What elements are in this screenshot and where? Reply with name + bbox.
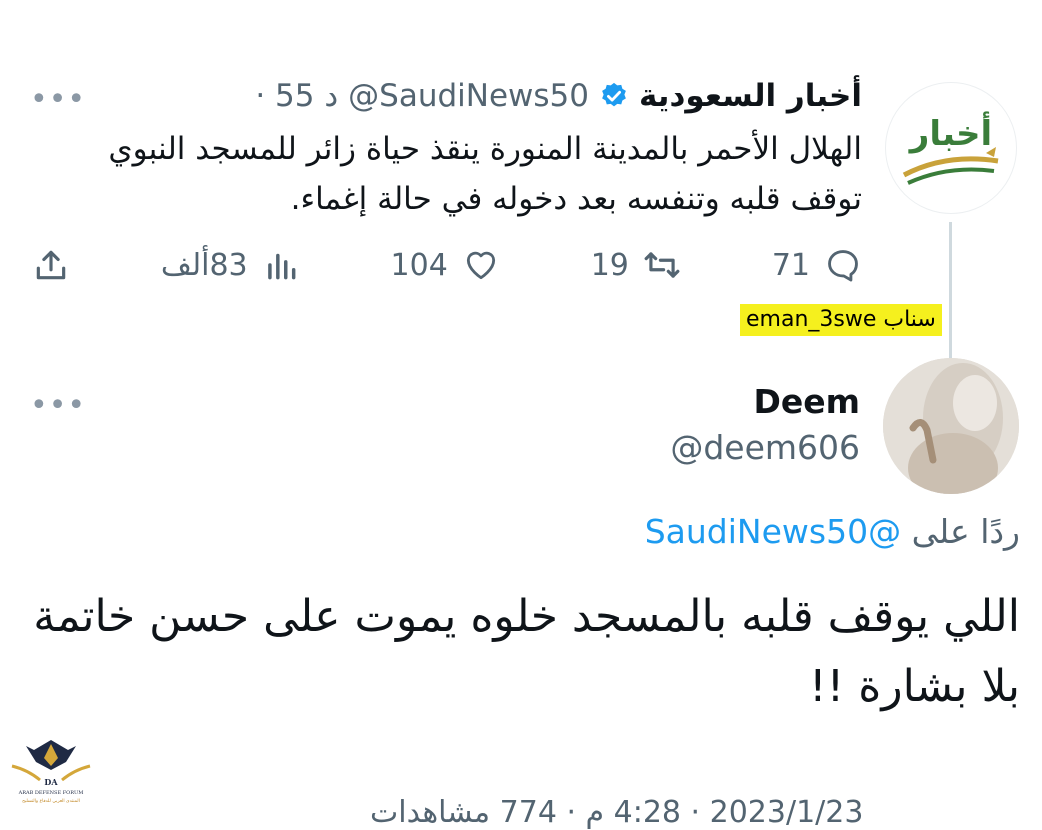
reply-icon bbox=[828, 250, 858, 282]
reply-more-options-icon[interactable]: ••• bbox=[30, 388, 86, 423]
reply-timestamp-partial: 2023/1/23 · 4:28 م · 774 مشاهدات bbox=[370, 795, 864, 830]
reply-count: 71 bbox=[771, 247, 810, 283]
akhbar-logo: أخبار bbox=[902, 111, 999, 185]
tweet-header: أخبار السعودية @SaudiNews50 · 55 د bbox=[255, 74, 862, 118]
thread-connector-line bbox=[949, 222, 952, 362]
handle[interactable]: @SaudiNews50 bbox=[348, 78, 589, 114]
forum-logo: DA ARAB DEFENSE FORUM المنتدى العربي للد… bbox=[11, 740, 91, 804]
retweet-icon bbox=[644, 252, 680, 278]
like-icon bbox=[466, 251, 495, 280]
tweet-actions: 71 19 104 83ألف bbox=[32, 240, 862, 290]
share-button[interactable] bbox=[32, 246, 70, 284]
arab-defense-forum-watermark: DA ARAB DEFENSE FORUM المنتدى العربي للد… bbox=[6, 736, 96, 806]
replying-mention-link[interactable]: @SaudiNews50 bbox=[645, 512, 901, 551]
reply-display-name[interactable]: Deem bbox=[753, 382, 860, 421]
retweet-button[interactable]: 19 bbox=[591, 246, 681, 284]
forum-logo-sub: المنتدى العربي للدفاع والتسليح bbox=[22, 799, 80, 804]
more-options-icon[interactable]: ••• bbox=[30, 82, 86, 117]
reply-text: اللي يوقف قلبه بالمسجد خلوه يموت على حسن… bbox=[33, 591, 1020, 712]
verified-badge-icon bbox=[602, 82, 626, 107]
snap-overlay-label: سناب eman_3swe bbox=[740, 304, 942, 336]
reply-button[interactable]: 71 bbox=[772, 246, 862, 284]
akhbar-logo-text: أخبار bbox=[908, 111, 992, 154]
views-count: 83ألف bbox=[160, 247, 248, 283]
news-account-avatar[interactable]: أخبار bbox=[885, 82, 1017, 214]
timestamp[interactable]: · 55 د bbox=[255, 78, 338, 114]
replying-prefix: ردًا على bbox=[911, 512, 1020, 551]
like-button[interactable]: 104 bbox=[391, 246, 500, 284]
forum-logo-label: ARAB DEFENSE FORUM bbox=[18, 790, 84, 796]
views-button[interactable]: 83ألف bbox=[161, 246, 300, 284]
svg-text:DA: DA bbox=[44, 777, 58, 787]
tweet-text: الهلال الأحمر بالمدينة المنورة ينقذ حياة… bbox=[108, 131, 862, 217]
reply-user-avatar[interactable] bbox=[883, 358, 1019, 494]
views-icon bbox=[267, 253, 296, 280]
display-name[interactable]: أخبار السعودية bbox=[639, 78, 862, 114]
avatar-photo bbox=[883, 358, 1019, 494]
like-count: 104 bbox=[390, 247, 448, 283]
replying-to-line: ردًا على @SaudiNews50 bbox=[645, 512, 1020, 551]
retweet-count: 19 bbox=[590, 247, 629, 283]
share-icon bbox=[36, 250, 66, 280]
reply-handle[interactable]: @deem606 bbox=[670, 428, 860, 467]
